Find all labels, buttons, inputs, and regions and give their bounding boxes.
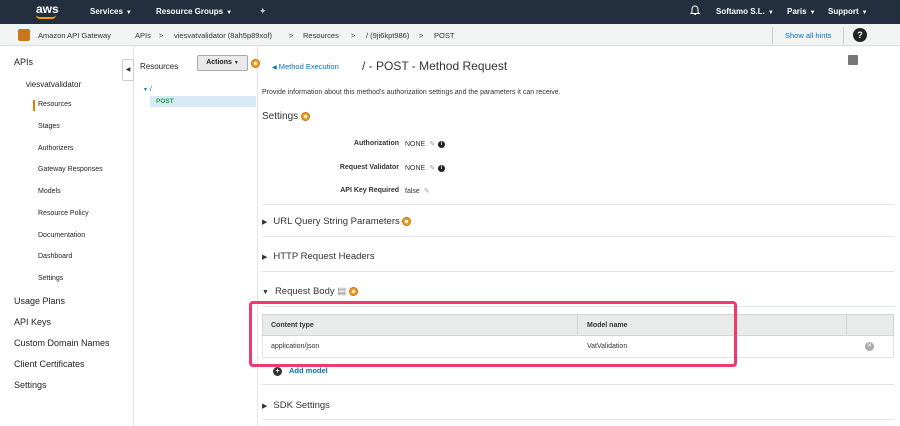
breadcrumb-api[interactable]: viesvatvalidator (8ah5p89xof)	[174, 31, 272, 40]
api-key-required-label: API Key Required	[340, 187, 399, 194]
active-indicator	[33, 100, 35, 111]
expand-triangle-icon: ▶	[262, 254, 268, 261]
expand-triangle-icon: ▶	[262, 219, 268, 226]
request-validator-value: NONE ✎ i	[405, 164, 446, 172]
authorization-label: Authorization	[353, 140, 399, 147]
sidebar-item-documentation[interactable]: Documentation	[38, 232, 85, 239]
divider	[262, 384, 894, 385]
hint-icon[interactable]	[348, 286, 358, 296]
sidebar-item-api-keys[interactable]: API Keys	[14, 317, 51, 327]
sidebar-item-custom-domain-names[interactable]: Custom Domain Names	[14, 338, 110, 348]
pin-icon[interactable]: ✦	[259, 6, 267, 17]
support-menu[interactable]: Support ▼	[828, 7, 868, 16]
aws-logo-smile-icon	[36, 15, 56, 19]
sidebar-item-models[interactable]: Models	[38, 188, 61, 195]
info-icon[interactable]: i	[438, 140, 446, 148]
hint-icon[interactable]	[300, 111, 310, 121]
breadcrumb-separator: >	[289, 31, 294, 40]
remove-model-icon[interactable]: ✕	[865, 342, 874, 351]
sidebar-item-client-certificates[interactable]: Client Certificates	[14, 359, 85, 369]
sidebar-item-apis[interactable]: APIs	[14, 57, 33, 67]
resource-tree-post-method[interactable]: POST	[150, 96, 256, 107]
region-menu[interactable]: Paris ▼	[787, 7, 816, 16]
resource-tree-root[interactable]: ▼ /	[143, 86, 152, 93]
hint-icon[interactable]	[251, 59, 260, 68]
breadcrumb-separator: >	[159, 31, 164, 40]
add-model-button[interactable]: + Add model	[273, 366, 328, 376]
annotation-highlight-box	[249, 301, 737, 367]
documentation-icon: ▤	[337, 286, 347, 297]
collapse-sidebar-button[interactable]: ◀	[122, 59, 134, 81]
bell-icon[interactable]	[690, 5, 700, 16]
divider	[262, 271, 894, 272]
resource-groups-menu[interactable]: Resource Groups ▼	[156, 7, 232, 16]
help-icon[interactable]: ?	[853, 28, 867, 42]
breadcrumb-resources[interactable]: Resources	[303, 31, 339, 40]
divider	[262, 204, 894, 205]
aws-logo[interactable]: aws	[36, 2, 59, 16]
http-request-headers-section-toggle[interactable]: ▶ HTTP Request Headers	[262, 251, 375, 262]
request-validator-label: Request Validator	[339, 164, 399, 171]
expand-triangle-icon: ▶	[262, 403, 268, 410]
sidebar-item-resources[interactable]: Resources	[38, 101, 71, 108]
sidebar-item-api-name[interactable]: viesvatvalidator	[26, 80, 81, 89]
url-query-string-section-toggle[interactable]: ▶ URL Query String Parameters	[262, 216, 412, 227]
sdk-settings-section-toggle[interactable]: ▶ SDK Settings	[262, 400, 330, 411]
sidebar-item-authorizers[interactable]: Authorizers	[38, 145, 73, 152]
method-execution-back-link[interactable]: ◀ Method Execution	[272, 62, 339, 71]
edit-pencil-icon[interactable]: ✎	[429, 164, 435, 172]
top-navigation-bar: aws Services ▼ Resource Groups ▼ ✦ Softamo…	[0, 0, 900, 24]
sidebar-item-settings-global[interactable]: Settings	[14, 380, 47, 390]
edit-pencil-icon[interactable]: ✎	[424, 187, 430, 195]
info-icon[interactable]: i	[438, 164, 446, 172]
sidebar-item-gateway-responses[interactable]: Gateway Responses	[38, 166, 103, 173]
sidebar-item-resource-policy[interactable]: Resource Policy	[38, 210, 89, 217]
sidebar-item-settings[interactable]: Settings	[38, 275, 63, 282]
sidebar-item-usage-plans[interactable]: Usage Plans	[14, 296, 65, 306]
divider	[262, 236, 894, 237]
api-key-required-value: false ✎	[405, 187, 430, 195]
breadcrumb-separator: >	[419, 31, 424, 40]
collapse-triangle-icon: ▼	[262, 289, 269, 296]
sidebar-item-stages[interactable]: Stages	[38, 123, 60, 130]
actions-dropdown-button[interactable]: Actions ▼	[197, 55, 248, 71]
plus-icon: +	[273, 367, 282, 376]
api-gateway-icon	[18, 29, 30, 41]
breadcrumb-method[interactable]: POST	[434, 31, 454, 40]
divider	[843, 27, 844, 44]
show-all-hints-link[interactable]: Show all hints	[785, 31, 831, 40]
hint-icon[interactable]	[402, 216, 412, 226]
services-menu[interactable]: Services ▼	[90, 7, 132, 16]
documentation-icon[interactable]	[848, 55, 858, 65]
account-menu[interactable]: Softamo S.L. ▼	[716, 7, 774, 16]
edit-pencil-icon[interactable]: ✎	[429, 140, 435, 148]
breadcrumb-bar: Amazon API Gateway APIs > viesvatvalidat…	[0, 24, 900, 46]
page-title: / - POST - Method Request	[362, 59, 508, 73]
resources-panel-title: Resources	[140, 62, 179, 71]
breadcrumb-apis[interactable]: APIs	[135, 31, 151, 40]
divider	[772, 27, 773, 44]
request-body-section-toggle[interactable]: ▼ Request Body ▤	[262, 286, 358, 297]
breadcrumb-separator: >	[351, 31, 356, 40]
breadcrumb-service[interactable]: Amazon API Gateway	[38, 31, 111, 40]
breadcrumb-resource[interactable]: / (9ji6kpt986)	[366, 31, 409, 40]
page-description: Provide information about this method's …	[262, 89, 561, 96]
sidebar-item-dashboard[interactable]: Dashboard	[38, 253, 72, 260]
settings-heading: Settings	[262, 111, 310, 122]
authorization-value: NONE ✎ i	[405, 140, 446, 148]
divider	[262, 419, 894, 420]
